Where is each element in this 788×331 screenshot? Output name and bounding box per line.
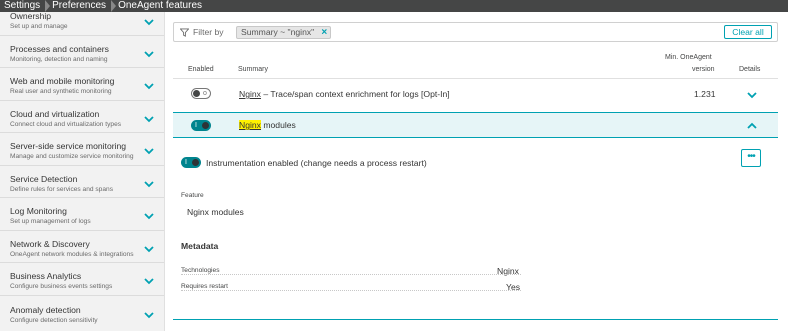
sidebar-item-processes[interactable]: Processes and containers Monitoring, det… bbox=[0, 36, 164, 68]
breadcrumb-oneagent-features: OneAgent features bbox=[118, 0, 203, 11]
sidebar-item-title: Network & Discovery bbox=[10, 239, 90, 249]
sidebar-item-network-discovery[interactable]: Network & Discovery OneAgent network mod… bbox=[0, 231, 164, 263]
summary-rest: modules bbox=[260, 120, 296, 130]
sidebar-item-title: Server-side service monitoring bbox=[10, 141, 127, 151]
column-header-min-version: Min. OneAgent bbox=[665, 54, 712, 61]
filter-bar[interactable]: Filter by Summary ~ "nginx" × Clear all bbox=[173, 22, 778, 42]
sidebar-item-cloud[interactable]: Cloud and virtualization Connect cloud a… bbox=[0, 101, 164, 133]
filter-label: Filter by bbox=[193, 27, 224, 37]
sidebar-item-title: Cloud and virtualization bbox=[10, 109, 100, 119]
table-row-expanded[interactable]: I Nginx modules bbox=[173, 112, 778, 138]
sidebar-item-anomaly-detection[interactable]: Anomaly detection Configure detection se… bbox=[0, 296, 164, 331]
more-options-button[interactable]: ••• bbox=[741, 149, 761, 167]
chevron-up-icon[interactable] bbox=[747, 122, 757, 130]
toggle-off-symbol: o bbox=[203, 90, 207, 97]
sidebar-item-web-mobile[interactable]: Web and mobile monitoring Real user and … bbox=[0, 68, 164, 101]
sidebar-item-subtitle: Configure business events settings bbox=[10, 283, 113, 290]
toggle-knob bbox=[193, 90, 200, 97]
sidebar-item-title: Anomaly detection bbox=[10, 305, 81, 315]
sidebar-item-subtitle: Set up management of logs bbox=[10, 218, 91, 225]
chevron-down-icon[interactable] bbox=[747, 91, 757, 99]
sidebar-item-subtitle: OneAgent network modules & integrations bbox=[10, 251, 134, 258]
sidebar-item-service-detection[interactable]: Service Detection Define rules for servi… bbox=[0, 166, 164, 198]
enabled-toggle[interactable]: I bbox=[191, 120, 211, 131]
sidebar-item-server-side[interactable]: Server-side service monitoring Manage an… bbox=[0, 133, 164, 166]
breadcrumb-settings[interactable]: Settings bbox=[0, 0, 51, 12]
sidebar-item-title: Log Monitoring bbox=[10, 206, 67, 216]
sidebar-item-subtitle: Configure detection sensitivity bbox=[10, 317, 98, 324]
summary-highlight: Nginx bbox=[239, 120, 261, 130]
toggle-on-symbol: I bbox=[195, 122, 197, 129]
sidebar-item-subtitle: Manage and customize service monitoring bbox=[10, 153, 134, 160]
sidebar-item-title: Processes and containers bbox=[10, 44, 109, 54]
sidebar-item-subtitle: Define rules for services and spans bbox=[10, 186, 113, 193]
sidebar-item-subtitle: Real user and synthetic monitoring bbox=[10, 88, 112, 95]
chevron-down-icon[interactable] bbox=[144, 311, 154, 319]
enabled-toggle[interactable]: o bbox=[191, 88, 211, 99]
chevron-down-icon[interactable] bbox=[144, 82, 154, 90]
metadata-key: Requires restart bbox=[181, 283, 228, 290]
divider bbox=[173, 78, 778, 79]
divider bbox=[181, 274, 521, 275]
column-header-details: Details bbox=[739, 66, 761, 73]
sidebar-item-ownership[interactable]: Ownership Set up and manage bbox=[0, 12, 164, 36]
sidebar-item-title: Web and mobile monitoring bbox=[10, 76, 115, 86]
sidebar-item-subtitle: Set up and manage bbox=[10, 23, 68, 30]
summary-highlight: Nginx bbox=[239, 89, 261, 99]
filter-icon bbox=[180, 28, 189, 37]
filter-chip[interactable]: Summary ~ "nginx" × bbox=[236, 26, 332, 39]
sidebar-item-subtitle: Monitoring, detection and naming bbox=[10, 56, 108, 63]
chevron-down-icon[interactable] bbox=[144, 50, 154, 58]
sidebar-item-title: Business Analytics bbox=[10, 271, 82, 281]
divider bbox=[181, 290, 521, 291]
feature-heading: Feature bbox=[181, 192, 204, 199]
sidebar-item-log-monitoring[interactable]: Log Monitoring Set up management of logs bbox=[0, 198, 164, 231]
breadcrumb: Settings Preferences OneAgent features bbox=[0, 0, 788, 12]
column-header-min-version-line2: version bbox=[692, 66, 715, 73]
row-summary[interactable]: Nginx modules bbox=[239, 120, 296, 130]
chevron-down-icon[interactable] bbox=[144, 18, 154, 26]
toggle-knob bbox=[192, 159, 199, 166]
expanded-bottom-border bbox=[173, 319, 778, 320]
clear-all-button[interactable]: Clear all bbox=[724, 25, 772, 39]
metadata-heading: Metadata bbox=[181, 241, 219, 251]
row-version: 1.231 bbox=[694, 89, 716, 99]
close-icon[interactable]: × bbox=[321, 27, 327, 38]
toggle-knob bbox=[202, 122, 209, 129]
settings-sidebar: Ownership Set up and manage Processes an… bbox=[0, 12, 165, 331]
column-header-enabled: Enabled bbox=[188, 66, 214, 73]
chevron-down-icon[interactable] bbox=[144, 180, 154, 188]
toggle-on-symbol: I bbox=[185, 159, 187, 166]
chevron-down-icon[interactable] bbox=[144, 245, 154, 253]
breadcrumb-preferences[interactable]: Preferences bbox=[48, 0, 116, 12]
column-header-summary: Summary bbox=[238, 66, 268, 73]
sidebar-item-business-analytics[interactable]: Business Analytics Configure business ev… bbox=[0, 263, 164, 296]
chevron-down-icon[interactable] bbox=[144, 147, 154, 155]
instrumentation-label: Instrumentation enabled (change needs a … bbox=[206, 158, 427, 168]
sidebar-item-title: Service Detection bbox=[10, 174, 78, 184]
sidebar-item-subtitle: Connect cloud and virtualization types bbox=[10, 121, 122, 128]
filter-chip-text: Summary ~ "nginx" bbox=[241, 27, 315, 37]
row-summary[interactable]: Nginx – Trace/span context enrichment fo… bbox=[239, 89, 450, 99]
chevron-down-icon[interactable] bbox=[144, 115, 154, 123]
main-content: Filter by Summary ~ "nginx" × Clear all … bbox=[165, 12, 788, 331]
sidebar-item-title: Ownership bbox=[10, 12, 52, 21]
summary-rest: – Trace/span context enrichment for logs… bbox=[260, 89, 450, 99]
feature-value: Nginx modules bbox=[187, 207, 244, 217]
chevron-down-icon[interactable] bbox=[144, 212, 154, 220]
instrumentation-toggle[interactable]: I bbox=[181, 157, 201, 168]
chevron-down-icon[interactable] bbox=[144, 277, 154, 285]
metadata-key: Technologies bbox=[181, 267, 220, 274]
